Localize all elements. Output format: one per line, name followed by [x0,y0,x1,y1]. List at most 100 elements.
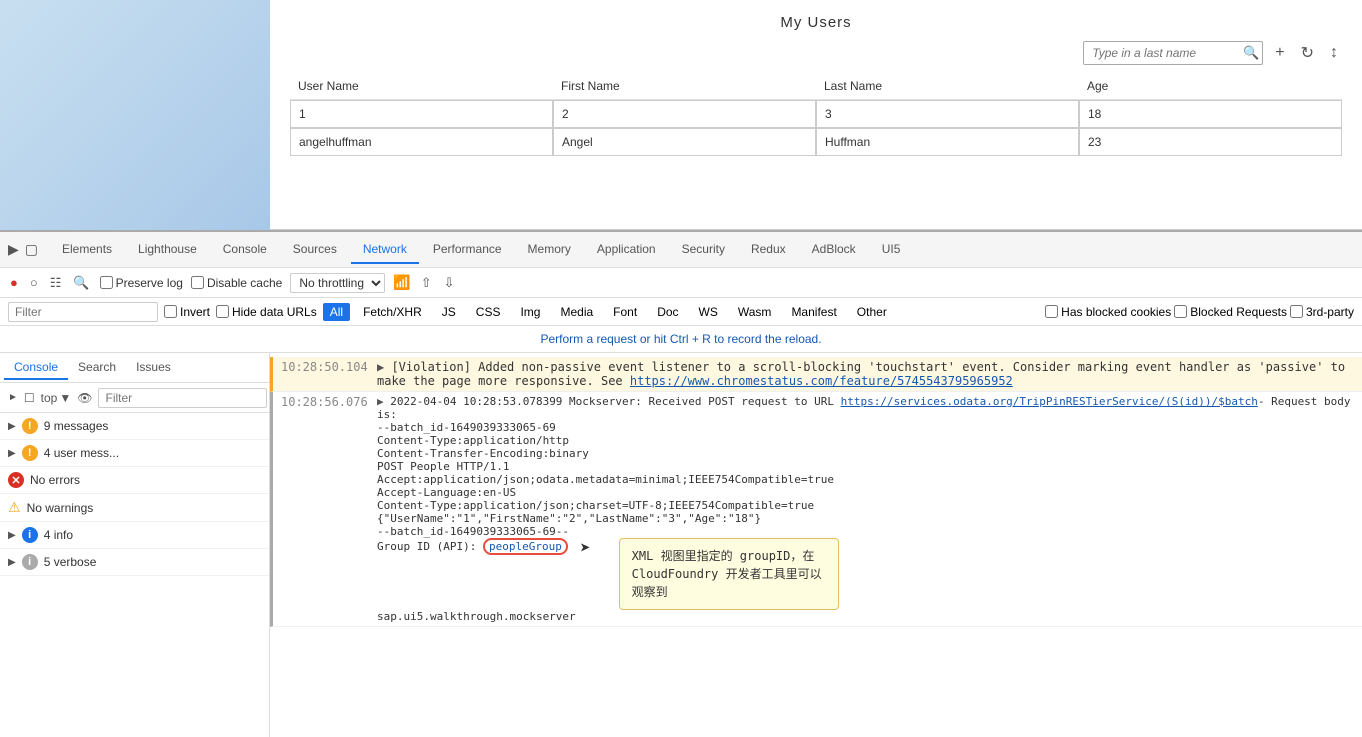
console-msg-item[interactable]: ⚠No warnings [0,494,269,522]
annotation-arrow-icon: ➤ [580,538,591,559]
third-party-checkbox[interactable] [1290,305,1303,318]
filter-ws-btn[interactable]: WS [692,303,725,321]
filter-js-btn[interactable]: JS [435,303,463,321]
input-age-1[interactable] [1079,128,1342,156]
search-input-wrap: 🔍 [1083,41,1263,65]
devtools-cursor-icon[interactable]: ▶ [8,241,19,258]
log-line: POST People HTTP/1.1 [377,460,1354,473]
tab-ui5[interactable]: UI5 [870,236,913,264]
console-msg-item[interactable]: ▶i5 verbose [0,549,269,576]
console-msg-item[interactable]: ▶!9 messages [0,413,269,440]
download-icon[interactable]: ⇩ [442,273,457,293]
tab-lighthouse[interactable]: Lighthouse [126,236,209,264]
cell-username [290,100,553,129]
search-network-button[interactable]: 🔍 [71,273,91,293]
console-filter-input[interactable] [98,388,267,408]
devtools-inspect-icon[interactable]: ▢ [25,241,38,258]
input-firstname-1[interactable] [553,128,816,156]
filter-css-btn[interactable]: CSS [469,303,508,321]
filter-manifest-btn[interactable]: Manifest [784,303,843,321]
clear-button[interactable]: ○ [28,273,40,292]
third-party-label[interactable]: 3rd-party [1290,305,1354,319]
tab-redux[interactable]: Redux [739,236,798,264]
console-tab-search[interactable]: Search [68,356,126,380]
table-row [290,128,1342,156]
filter-all-btn[interactable]: All [323,303,350,321]
filter-input[interactable] [8,302,158,322]
input-lastname-1[interactable] [816,128,1079,156]
invert-label[interactable]: Invert [164,305,210,319]
batch-link[interactable]: https://services.odata.org/TripPinRESTie… [841,395,1258,408]
console-tab-console[interactable]: Console [4,356,68,380]
filter-wasm-btn[interactable]: Wasm [731,303,779,321]
add-button[interactable]: + [1271,42,1288,64]
devtools-tabs-bar: ▶ ▢ Elements Lighthouse Console Sources … [0,232,1362,268]
sort-button[interactable]: ↕ [1326,42,1342,64]
console-msg-item[interactable]: ▶!4 user mess... [0,440,269,467]
refresh-button[interactable]: ↻ [1297,41,1318,65]
cell-firstname [553,128,816,156]
log-entry-post-request: 10:28:56.076▶ 2022-04-04 10:28:53.078399… [270,392,1362,627]
hide-data-urls-label[interactable]: Hide data URLs [216,305,317,319]
msg-text: No errors [30,473,80,487]
hide-data-urls-checkbox[interactable] [216,305,229,318]
filter-has-blocked: Has blocked cookies Blocked Requests 3rd… [1045,305,1354,319]
tab-performance[interactable]: Performance [421,236,514,264]
preserve-log-checkbox[interactable] [100,276,113,289]
filter-font-btn[interactable]: Font [606,303,644,321]
blocked-requests-label[interactable]: Blocked Requests [1174,305,1287,319]
console-msg-item[interactable]: ▶i4 info [0,522,269,549]
filter-xhr-btn[interactable]: Fetch/XHR [356,303,429,321]
input-username-0[interactable] [290,100,553,128]
has-blocked-cookies-checkbox[interactable] [1045,305,1058,318]
tab-console[interactable]: Console [211,236,279,264]
disable-cache-checkbox[interactable] [191,276,204,289]
tab-network[interactable]: Network [351,236,419,264]
input-lastname-0[interactable] [816,100,1079,128]
log-timestamp: 10:28:50.104 [281,360,371,388]
blocked-requests-checkbox[interactable] [1174,305,1187,318]
input-username-1[interactable] [290,128,553,156]
col-header-age: Age [1079,73,1342,100]
search-bar: 🔍 + ↻ ↕ [270,41,1362,73]
filter-other-btn[interactable]: Other [850,303,894,321]
violation-link[interactable]: https://www.chromestatus.com/feature/574… [630,374,1013,388]
log-content: ▶ [Violation] Added non-passive event li… [377,360,1354,388]
perform-request-msg: Perform a request or hit Ctrl + R to rec… [0,326,1362,353]
record-button[interactable]: ● [8,273,20,292]
cell-age [1079,100,1342,129]
tab-memory[interactable]: Memory [516,236,583,264]
log-line: Accept-Language:en-US [377,486,1354,499]
search-icon[interactable]: 🔍 [1243,45,1259,61]
console-context-btn[interactable]: top ▼ [41,391,72,405]
filter-img-btn[interactable]: Img [513,303,547,321]
preserve-log-label[interactable]: Preserve log [100,276,183,290]
tab-application[interactable]: Application [585,236,668,264]
console-tab-issues[interactable]: Issues [126,356,181,380]
third-party-text: 3rd-party [1306,305,1354,319]
expand-icon[interactable]: ▶ [377,360,384,374]
disable-cache-label[interactable]: Disable cache [191,276,282,290]
filter-doc-btn[interactable]: Doc [650,303,685,321]
msg-text: 5 verbose [44,555,97,569]
log-line: Content-Type:application/json;charset=UT… [377,499,1354,512]
filter-media-btn[interactable]: Media [553,303,600,321]
tab-adblock[interactable]: AdBlock [800,236,868,264]
upload-icon[interactable]: ⇧ [419,273,434,293]
input-age-0[interactable] [1079,100,1342,128]
expand-icon-2[interactable]: ▶ [377,395,384,408]
search-input[interactable] [1083,41,1263,65]
throttle-select[interactable]: No throttling [290,273,385,293]
console-main[interactable]: 10:28:50.104 ▶ [Violation] Added non-pas… [270,353,1362,737]
input-firstname-0[interactable] [553,100,816,128]
has-blocked-cookies-label[interactable]: Has blocked cookies [1045,305,1171,319]
invert-checkbox[interactable] [164,305,177,318]
tab-sources[interactable]: Sources [281,236,349,264]
log-line: Accept:application/json;odata.metadata=m… [377,473,1354,486]
tab-security[interactable]: Security [670,236,737,264]
tab-elements[interactable]: Elements [50,236,124,264]
filter-toggle-button[interactable]: ☷ [48,273,64,293]
console-msg-item[interactable]: ✕No errors [0,467,269,494]
wifi-icon: 📶 [393,274,410,291]
cell-lastname [816,128,1079,156]
